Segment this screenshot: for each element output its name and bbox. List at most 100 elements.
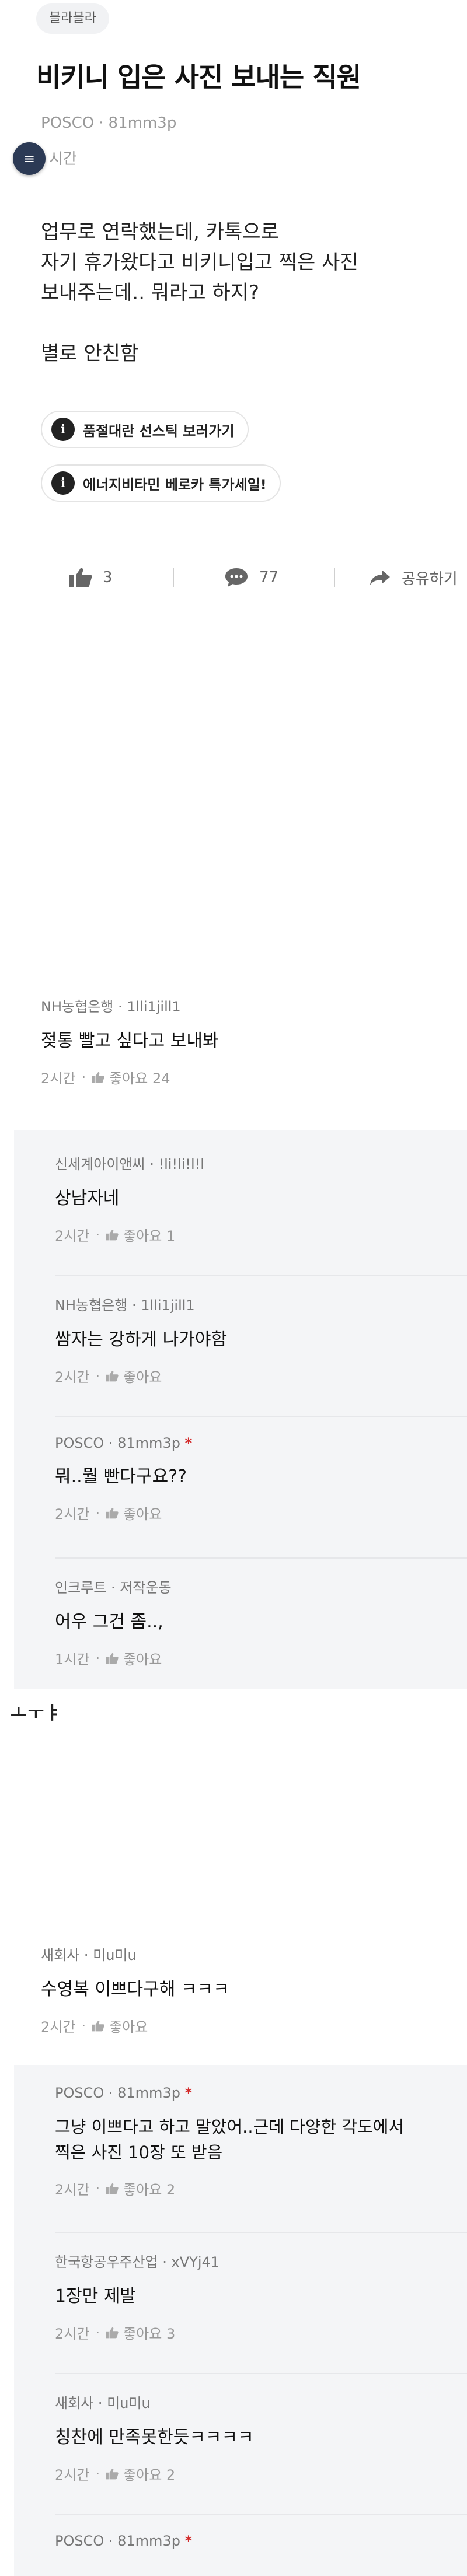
reply-like-label: 좋아요 <box>123 1506 162 1522</box>
reply-author[interactable]: 81mm3p <box>117 1435 180 1451</box>
reply-item: POSCO · 81mm3p * <box>55 2533 192 2549</box>
reply-like-label: 좋아요 <box>123 1369 162 1385</box>
share-arrow-icon <box>370 570 390 585</box>
reply-company[interactable]: POSCO <box>55 2085 104 2101</box>
reply-item: 인크루트 · 저작운동 어우 그건 좀.., 1시간 · 좋아요 <box>55 1576 172 1668</box>
reply-divider <box>55 2232 467 2233</box>
reply-like-label: 좋아요 <box>123 1651 162 1668</box>
reply-footer: 2시간 · 좋아요 <box>55 1503 192 1523</box>
thumb-up-icon <box>92 2020 104 2031</box>
reply-time: 2시간 <box>55 1506 90 1522</box>
reply-author[interactable]: xVYj41 <box>172 2254 220 2270</box>
reply-time: 2시간 <box>55 2182 90 2198</box>
reply-like-label: 좋아요 2 <box>123 2182 176 2198</box>
reply-divider <box>55 1416 467 1418</box>
body-line: 보내주는데.. 뭐라고 하지? <box>41 281 260 304</box>
reply-text-line: 찍은 사진 10장 또 받음 <box>55 2143 223 2162</box>
reply-footer: 2시간 · 좋아요 <box>55 1366 227 1386</box>
reply-company[interactable]: 인크루트 <box>55 1580 106 1596</box>
reply-company[interactable]: 신세계아이앤씨 <box>55 1156 145 1172</box>
action-separator <box>173 568 174 587</box>
reply-company[interactable]: POSCO <box>55 1435 104 1451</box>
reply-meta: 인크루트 · 저작운동 <box>55 1580 172 1596</box>
body-line: 업무로 연락했는데, 카톡으로 <box>41 220 279 244</box>
comment-text: 수영복 이쁘다구해 ㅋㅋㅋ <box>41 1979 229 2000</box>
like-button[interactable]: 3 <box>69 567 113 588</box>
menu-icon: ≡ <box>23 150 36 167</box>
comment-like-button[interactable]: 좋아요 <box>92 2015 148 2036</box>
reply-text: 쌈자는 강하게 나가야함 <box>55 1329 228 1350</box>
reply-item: NH농협은행 · 1lli1jill1 쌈자는 강하게 나가야함 2시간 · 좋… <box>55 1294 227 1386</box>
reply-footer: 2시간 · 좋아요 1 <box>55 1224 204 1245</box>
reply-like-button[interactable]: 좋아요 2 <box>106 2463 175 2484</box>
comment-company[interactable]: 새회사 <box>41 1947 79 1964</box>
reply-like-button[interactable]: 좋아요 2 <box>106 2178 175 2199</box>
share-button[interactable]: 공유하기 <box>369 567 458 589</box>
post-author[interactable]: 81mm3p <box>109 114 177 132</box>
reply-like-button[interactable]: 좋아요 1 <box>106 1224 175 1245</box>
thumb-up-icon <box>106 2468 119 2479</box>
thumb-up-icon <box>69 568 92 587</box>
reply-meta: POSCO · 81mm3p * <box>55 1435 193 1451</box>
reply-author[interactable]: 81mm3p <box>117 2085 180 2101</box>
comment-author[interactable]: 1lli1jill1 <box>127 999 180 1015</box>
promo-link-berocca[interactable]: i 에너지비타민 베로카 특가세일! <box>41 464 281 502</box>
reply-like-label: 좋아요 1 <box>123 1228 176 1244</box>
reply-time: 2시간 <box>55 1228 90 1244</box>
post-company[interactable]: POSCO <box>41 114 94 132</box>
board-tag[interactable]: 블라블라 <box>36 4 109 34</box>
menu-button[interactable]: ≡ <box>13 142 46 175</box>
reply-divider <box>55 1275 467 1276</box>
reply-footer: 2시간 · 좋아요 2 <box>55 2178 404 2199</box>
reply-like-button[interactable]: 좋아요 <box>106 1366 162 1386</box>
reply-author[interactable]: !li!li!l!l <box>158 1156 204 1172</box>
reply-like-button[interactable]: 좋아요 <box>106 1503 162 1523</box>
reply-author[interactable]: 81mm3p <box>117 2533 180 2549</box>
reply-item: POSCO · 81mm3p * 뭐..뭘 빤다구요?? 2시간 · 좋아요 <box>55 1435 192 1523</box>
post-body: 업무로 연락했는데, 카톡으로 자기 휴가왔다고 비키니입고 찍은 사진 보내주… <box>41 217 358 369</box>
reply-company[interactable]: POSCO <box>55 2533 104 2549</box>
reply-text: 1장만 제발 <box>55 2286 137 2306</box>
reply-footer: 2시간 · 좋아요 3 <box>55 2322 219 2343</box>
reply-text: 상남자네 <box>55 1188 120 1209</box>
reply-author[interactable]: 저작운동 <box>120 1580 171 1596</box>
reply-company[interactable]: 새회사 <box>55 2395 93 2412</box>
reply-item: 신세계아이앤씨 · !li!li!l!l 상남자네 2시간 · 좋아요 1 <box>55 1153 204 1245</box>
reply-meta: 새회사 · 미u미u <box>55 2395 151 2412</box>
comment-company[interactable]: NH농협은행 <box>41 999 113 1015</box>
post-title: 비키니 입은 사진 보내는 직원 <box>36 61 361 93</box>
thumb-up-icon <box>106 1507 119 1518</box>
thumb-up-icon <box>106 2327 119 2338</box>
comment-meta: 새회사 · 미u미u <box>41 1947 137 1964</box>
comment-count: 77 <box>259 569 279 586</box>
action-separator <box>334 568 335 587</box>
reply-item: 한국항공우주산업 · xVYj41 1장만 제발 2시간 · 좋아요 3 <box>55 2250 219 2343</box>
reply-time: 2시간 <box>55 2326 90 2342</box>
reply-author[interactable]: 미u미u <box>107 2395 151 2412</box>
meta-dot: · <box>99 114 104 132</box>
reply-time: 2시간 <box>55 2467 90 2483</box>
reply-like-button[interactable]: 좋아요 3 <box>106 2322 175 2343</box>
reply-meta: 신세계아이앤씨 · !li!li!l!l <box>55 1156 204 1172</box>
comment-like-button[interactable]: 좋아요 24 <box>92 1067 170 1087</box>
reply-author[interactable]: 1lli1jill1 <box>141 1297 194 1314</box>
reply-company[interactable]: NH농협은행 <box>55 1297 127 1314</box>
reply-meta: POSCO · 81mm3p * <box>55 2533 193 2549</box>
op-marker: * <box>184 2533 193 2549</box>
reply-meta: 한국항공우주산업 · xVYj41 <box>55 2254 220 2270</box>
share-label: 공유하기 <box>402 570 458 588</box>
reply-like-button[interactable]: 좋아요 <box>106 1648 162 1668</box>
reply-meta: NH농협은행 · 1lli1jill1 <box>55 1297 195 1314</box>
info-icon: i <box>51 418 75 441</box>
cropped-text: ㅗㅜㅑ <box>11 1703 62 1724</box>
post-time: 시간 <box>49 150 77 168</box>
reply-company[interactable]: 한국항공우주산업 <box>55 2254 158 2270</box>
promo-link-sunstick[interactable]: i 품절대란 선스틱 보러가기 <box>41 411 249 448</box>
comment-meta: NH농협은행 · 1lli1jill1 <box>41 999 181 1015</box>
comment-author[interactable]: 미u미u <box>93 1947 137 1964</box>
reply-text: 칭찬에 만족못한듯ㅋㅋㅋㅋ <box>55 2427 254 2448</box>
reply-item: 새회사 · 미u미u 칭찬에 만족못한듯ㅋㅋㅋㅋ 2시간 · 좋아요 2 <box>55 2392 254 2484</box>
comment-item: NH농협은행 · 1lli1jill1 젖통 빨고 싶다고 보내봐 2시간 · … <box>41 995 219 1087</box>
comment-button[interactable]: 77 <box>224 567 278 588</box>
reply-like-label: 좋아요 3 <box>123 2326 176 2342</box>
